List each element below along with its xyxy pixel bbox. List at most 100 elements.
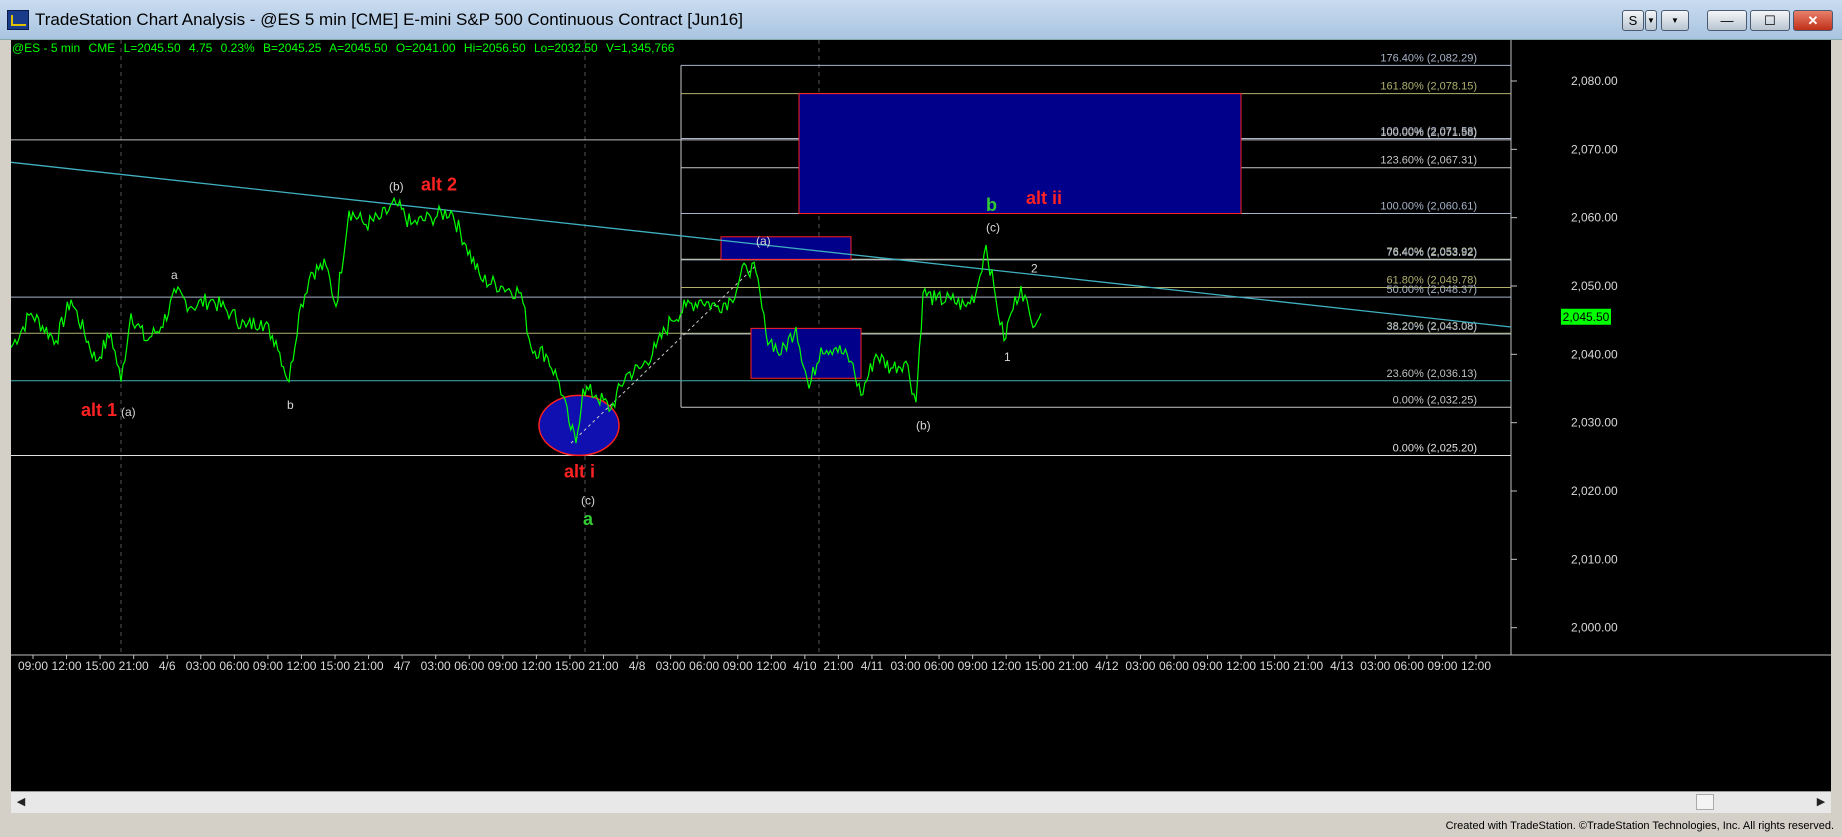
y-tick-label: 2,070.00 xyxy=(1571,142,1618,156)
wave-label: alt i xyxy=(564,461,595,481)
copyright-text: Created with TradeStation. ©TradeStation… xyxy=(1445,820,1834,832)
x-tick-label: 4/8 xyxy=(629,659,646,673)
x-tick-label: 09:00 xyxy=(488,659,518,673)
y-tick-label: 2,080.00 xyxy=(1571,74,1618,88)
x-tick-label: 09:00 xyxy=(18,659,48,673)
scroll-thumb[interactable] xyxy=(1696,794,1714,810)
fib-level-label: 123.60% (2,067.31) xyxy=(1380,155,1477,167)
open-label: O=2041.00 xyxy=(395,41,456,55)
wave-label: alt 2 xyxy=(421,174,457,194)
y-tick-label: 2,030.00 xyxy=(1571,416,1618,430)
scroll-right-icon[interactable]: ▶ xyxy=(1813,794,1829,810)
x-tick-label: 03:00 xyxy=(421,659,451,673)
fib-level-label: 100.00% (2,060.61) xyxy=(1380,200,1477,212)
high-label: Hi=2056.50 xyxy=(463,41,526,55)
x-tick-label: 21:00 xyxy=(588,659,618,673)
wave-label: a xyxy=(583,509,594,529)
last-price-label: L=2045.50 xyxy=(123,41,181,55)
x-tick-label: 06:00 xyxy=(454,659,484,673)
x-tick-label: 4/13 xyxy=(1330,659,1354,673)
x-tick-label: 06:00 xyxy=(689,659,719,673)
change-label: 4.75 xyxy=(188,41,213,55)
symbol-info-line: @ES - 5 min CME L=2045.50 4.75 0.23% B=2… xyxy=(12,41,679,55)
price-line xyxy=(11,196,1042,444)
dropdown-icon[interactable]: ▼ xyxy=(1645,10,1657,31)
wave-label: b xyxy=(986,195,997,215)
x-tick-label: 06:00 xyxy=(1159,659,1189,673)
x-tick-label: 12:00 xyxy=(521,659,551,673)
x-tick-label: 4/6 xyxy=(159,659,176,673)
x-tick-label: 06:00 xyxy=(219,659,249,673)
fib-level-label: 161.80% (2,078.15) xyxy=(1380,81,1477,93)
wave-label: 1 xyxy=(1004,350,1011,364)
x-tick-label: 4/11 xyxy=(861,659,884,673)
maximize-button[interactable]: ☐ xyxy=(1750,10,1790,31)
x-tick-label: 03:00 xyxy=(656,659,686,673)
x-tick-label: 15:00 xyxy=(320,659,350,673)
chart-area[interactable]: 2,080.00 2,070.00 2,060.00 2,050.00 2,040.00… xyxy=(11,40,1831,797)
x-tick-label: 15:00 xyxy=(1025,659,1055,673)
last-price-value: 2,045.50 xyxy=(1563,310,1610,324)
fib-level-label: 176.40% (2,082.29) xyxy=(1380,52,1477,64)
s-button[interactable]: S xyxy=(1622,10,1644,31)
wave-label: (b) xyxy=(389,179,404,193)
footer: Created with TradeStation. ©TradeStation… xyxy=(0,813,1842,837)
fib-level-label: 0.00% (2,025.20) xyxy=(1393,442,1477,454)
wave-label: b xyxy=(287,398,294,412)
fib-level-label: 100.00% (2,071.58) xyxy=(1380,127,1477,139)
x-tick-label: 4/7 xyxy=(394,659,411,673)
tradestation-app-icon xyxy=(7,10,29,30)
x-tick-label: 21:00 xyxy=(119,659,149,673)
wave-label: (b) xyxy=(916,419,931,433)
exchange-label: CME xyxy=(88,41,116,55)
wave-label: (a) xyxy=(756,234,771,248)
price-chart: 2,080.00 2,070.00 2,060.00 2,050.00 2,040.00… xyxy=(11,40,1831,673)
x-tick-label: 12:00 xyxy=(756,659,786,673)
x-tick-label: 09:00 xyxy=(253,659,283,673)
wave-label: (c) xyxy=(986,220,1000,234)
x-tick-label: 12:00 xyxy=(1461,659,1491,673)
x-tick-label: 09:00 xyxy=(1427,659,1457,673)
pct-change-label: 0.23% xyxy=(220,41,255,55)
fib-level-label: 23.60% (2,036.13) xyxy=(1386,368,1477,380)
x-tick-label: 09:00 xyxy=(958,659,988,673)
y-tick-label: 2,020.00 xyxy=(1571,484,1618,498)
fib-level-label: 0.00% (2,032.25) xyxy=(1393,394,1477,406)
wave-label: a xyxy=(171,268,178,282)
x-tick-label: 09:00 xyxy=(723,659,753,673)
y-tick-label: 2,000.00 xyxy=(1571,621,1618,635)
symbol-label: @ES - 5 min xyxy=(12,41,81,55)
fib-level-label: 50.00% (2,048.37) xyxy=(1386,284,1477,296)
window-title: TradeStation Chart Analysis - @ES 5 min … xyxy=(35,10,743,29)
close-button[interactable]: ✕ xyxy=(1793,10,1833,31)
resistance-zone-box xyxy=(720,236,852,260)
x-tick-label: 4/10 xyxy=(793,659,817,673)
scroll-left-icon[interactable]: ◀ xyxy=(13,794,29,810)
wave-label: 2 xyxy=(1031,261,1038,275)
target-zone-box xyxy=(798,93,1242,214)
x-tick-label: 06:00 xyxy=(924,659,954,673)
x-tick-label: 15:00 xyxy=(85,659,115,673)
x-tick-label: 03:00 xyxy=(1360,659,1390,673)
dropdown-icon[interactable]: ▼ xyxy=(1661,10,1689,31)
fib-guide-line xyxy=(570,265,757,444)
bid-label: B=2045.25 xyxy=(263,41,322,55)
x-tick-label: 21:00 xyxy=(1293,659,1323,673)
x-tick-label: 09:00 xyxy=(1193,659,1223,673)
x-tick-label: 21:00 xyxy=(1058,659,1088,673)
minimize-button[interactable]: — xyxy=(1707,10,1747,31)
x-tick-label: 15:00 xyxy=(555,659,585,673)
low-label: Lo=2032.50 xyxy=(533,41,598,55)
wave-label: alt 1 xyxy=(81,400,117,420)
x-tick-label: 03:00 xyxy=(1125,659,1155,673)
y-tick-label: 2,010.00 xyxy=(1571,552,1618,566)
x-tick-label: 4/12 xyxy=(1095,659,1119,673)
horizontal-scrollbar[interactable]: ◀ ▶ xyxy=(11,791,1831,813)
x-tick-label: 21:00 xyxy=(354,659,384,673)
wave-label: alt ii xyxy=(1026,188,1062,208)
x-tick-label: 12:00 xyxy=(286,659,316,673)
x-tick-label: 12:00 xyxy=(52,659,82,673)
x-tick-label: 06:00 xyxy=(1394,659,1424,673)
wave-label: (a) xyxy=(121,405,136,419)
volume-label: V=1,345,766 xyxy=(606,41,675,55)
